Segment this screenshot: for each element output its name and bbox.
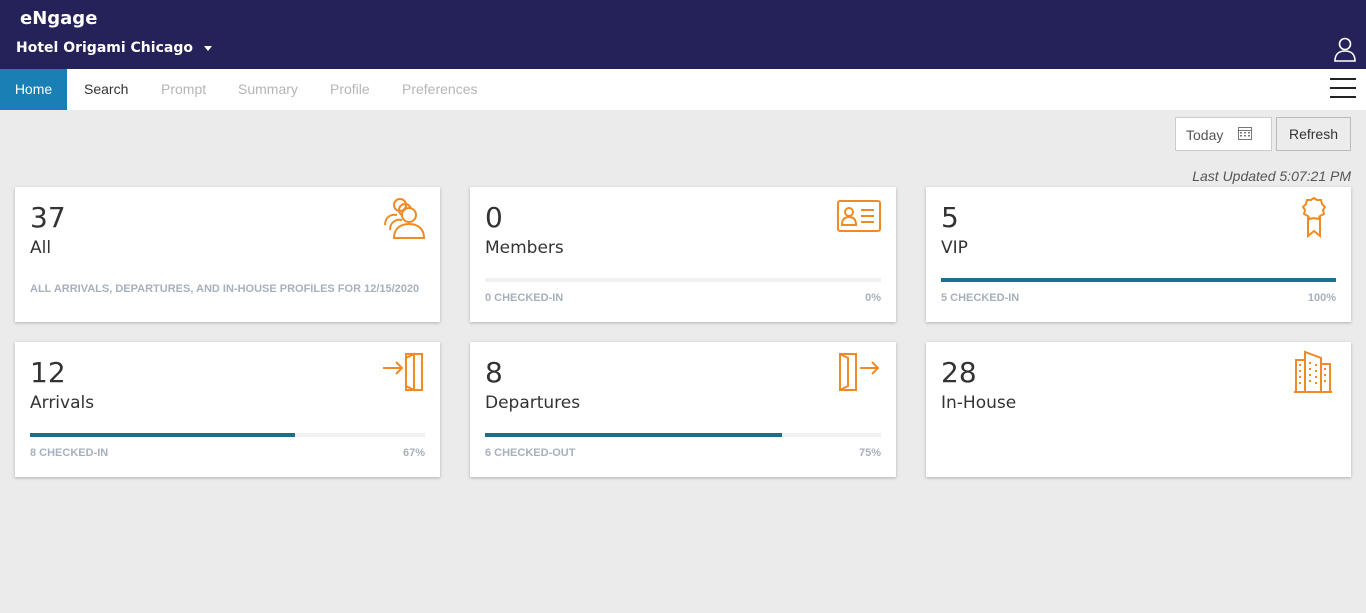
card-status: 5 CHECKED-IN	[941, 292, 1020, 304]
card-status: 6 CHECKED-OUT	[485, 447, 576, 459]
date-picker-label: Today	[1186, 127, 1224, 143]
tab-home[interactable]: Home	[0, 69, 67, 110]
award-ribbon-icon	[1301, 196, 1327, 238]
last-updated-text: Last Updated 5:07:21 PM	[1192, 168, 1351, 184]
card-percent: 0%	[865, 292, 881, 304]
hotel-building-icon	[1294, 350, 1332, 393]
card-count: 37	[30, 201, 66, 234]
tab-summary[interactable]: Summary	[238, 69, 298, 110]
card-all[interactable]: 37 All ALL ARRIVALS, DEPARTURES, AND IN-…	[15, 187, 440, 322]
member-card-icon	[837, 200, 881, 232]
card-count: 12	[30, 356, 66, 389]
card-percent: 75%	[858, 447, 881, 459]
top-header: eNgage Hotel Origami Chicago	[0, 0, 1366, 69]
tab-profile[interactable]: Profile	[330, 69, 370, 110]
progress-bar	[485, 278, 881, 282]
progress-fill	[485, 433, 782, 437]
card-percent: 67%	[402, 447, 425, 459]
tab-search[interactable]: Search	[84, 69, 128, 110]
card-percent: 100%	[1307, 292, 1336, 304]
progress-fill	[941, 278, 1336, 282]
card-title: Members	[485, 238, 564, 258]
card-title: VIP	[941, 238, 968, 258]
date-picker[interactable]: Today	[1175, 117, 1272, 151]
user-icon[interactable]	[1333, 36, 1357, 62]
refresh-button[interactable]: Refresh	[1276, 117, 1351, 151]
card-members[interactable]: 0 Members 0 CHECKED-IN 0%	[470, 187, 896, 322]
tab-preferences[interactable]: Preferences	[402, 69, 477, 110]
door-exit-icon	[839, 353, 880, 391]
card-title: In-House	[941, 393, 1017, 413]
card-title: All	[30, 238, 52, 258]
card-title: Arrivals	[30, 393, 95, 413]
progress-bar	[941, 278, 1336, 282]
card-in-house[interactable]: 28 In-House	[926, 342, 1351, 477]
card-description: ALL ARRIVALS, DEPARTURES, AND IN-HOUSE P…	[30, 283, 420, 295]
card-count: 28	[941, 356, 977, 389]
card-arrivals[interactable]: 12 Arrivals 8 CHECKED-IN 67%	[15, 342, 440, 477]
card-departures[interactable]: 8 Departures 6 CHECKED-OUT 75%	[470, 342, 896, 477]
card-vip[interactable]: 5 VIP 5 CHECKED-IN 100%	[926, 187, 1351, 322]
card-count: 0	[485, 201, 503, 234]
card-count: 8	[485, 356, 503, 389]
guests-icon	[384, 198, 426, 239]
progress-bar	[485, 433, 881, 437]
door-enter-icon	[383, 352, 423, 392]
card-status: 8 CHECKED-IN	[30, 447, 109, 459]
calendar-icon	[1238, 127, 1252, 140]
progress-fill	[30, 433, 295, 437]
tab-prompt[interactable]: Prompt	[161, 69, 206, 110]
progress-bar	[30, 433, 425, 437]
card-status: 0 CHECKED-IN	[485, 292, 564, 304]
nav-bar: Home Search Prompt Summary Profile Prefe…	[0, 69, 1366, 110]
app-title: eNgage	[20, 8, 98, 29]
caret-down-icon	[203, 45, 212, 51]
hotel-name: Hotel Origami Chicago	[16, 40, 193, 56]
card-title: Departures	[485, 393, 581, 413]
hotel-selector[interactable]: Hotel Origami Chicago	[16, 40, 212, 56]
card-count: 5	[941, 201, 959, 234]
hamburger-menu-icon[interactable]	[1330, 78, 1356, 100]
